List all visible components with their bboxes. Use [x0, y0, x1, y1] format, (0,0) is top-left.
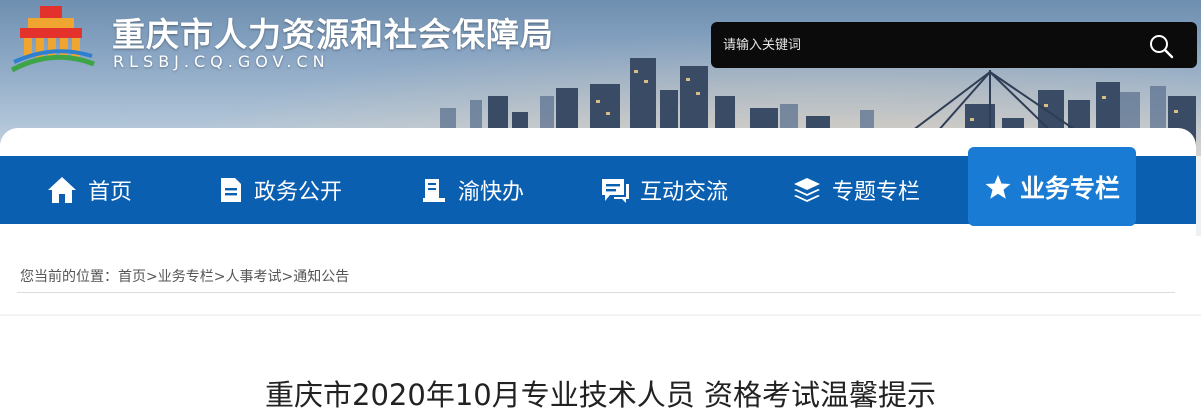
article-title: 重庆市2020年10月专业技术人员 资格考试温馨提示: [265, 378, 936, 412]
breadcrumb-separator: >: [213, 269, 226, 285]
nav-item-label: 渝快办: [458, 180, 525, 205]
chat-icon: [602, 179, 629, 203]
document-icon: [221, 178, 241, 202]
nav-item-label: 专题专栏: [832, 180, 921, 205]
search-icon[interactable]: [1148, 33, 1174, 59]
home-icon: [48, 177, 76, 203]
nav-item-government-affairs[interactable]: 政务公开: [218, 156, 342, 224]
nav-item-home[interactable]: 首页: [46, 156, 132, 224]
search-input[interactable]: [723, 31, 1143, 59]
site-domain: RLSBJ.CQ.GOV.CN: [113, 52, 330, 71]
nav-item-label: 业务专栏: [1019, 173, 1120, 203]
government-building-logo: [10, 6, 95, 73]
search-bar: [711, 22, 1197, 68]
breadcrumb: 您当前的位置：首页>业务专栏>人事考试>通知公告: [20, 266, 349, 286]
breadcrumb-separator: >: [281, 269, 294, 285]
layers-icon: [794, 178, 820, 202]
nav-item-yukuaiban[interactable]: 渝快办: [420, 156, 524, 224]
breadcrumb-notices[interactable]: 通知公告: [293, 269, 349, 285]
nav-item-label: 互动交流: [640, 180, 729, 205]
book-icon: [423, 179, 445, 202]
section-divider: [0, 314, 1201, 316]
breadcrumb-business-column[interactable]: 业务专栏: [158, 269, 214, 285]
breadcrumb-personnel-exam[interactable]: 人事考试: [225, 269, 281, 285]
nav-item-business-column[interactable]: 业务专栏: [968, 147, 1136, 226]
nav-item-special-topics[interactable]: 专题专栏: [792, 156, 920, 224]
nav-item-label: 政务公开: [254, 180, 343, 205]
star-icon: [985, 174, 1011, 199]
nav-item-label: 首页: [88, 180, 133, 205]
page: 重庆市人力资源和社会保障局 RLSBJ.CQ.GOV.CN 首页 政务公开 渝: [0, 0, 1201, 417]
site-title: 重庆市人力资源和社会保障局: [112, 15, 554, 54]
breadcrumb-separator: >: [146, 269, 158, 285]
breadcrumb-home[interactable]: 首页: [118, 269, 146, 285]
breadcrumb-prefix: 您当前的位置：: [20, 269, 118, 285]
breadcrumb-divider: [17, 292, 1175, 293]
nav-edge: [1196, 156, 1201, 236]
nav-item-interaction[interactable]: 互动交流: [600, 156, 728, 224]
